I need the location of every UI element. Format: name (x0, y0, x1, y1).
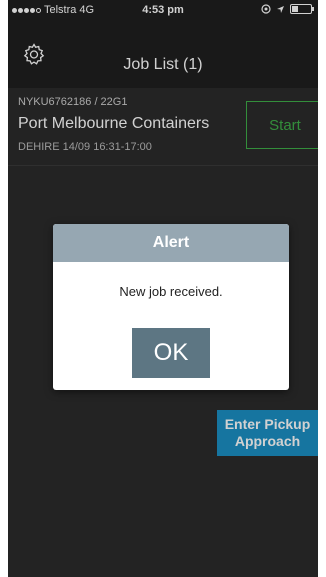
alert-message: New job received. (119, 284, 223, 299)
alert-title: Alert (53, 224, 289, 262)
ok-button[interactable]: OK (132, 328, 210, 378)
phone-screen: Telstra 4G 4:53 pm Job List (1) NYKU6762… (8, 0, 318, 577)
alert-dialog: Alert New job received. OK (53, 224, 289, 390)
